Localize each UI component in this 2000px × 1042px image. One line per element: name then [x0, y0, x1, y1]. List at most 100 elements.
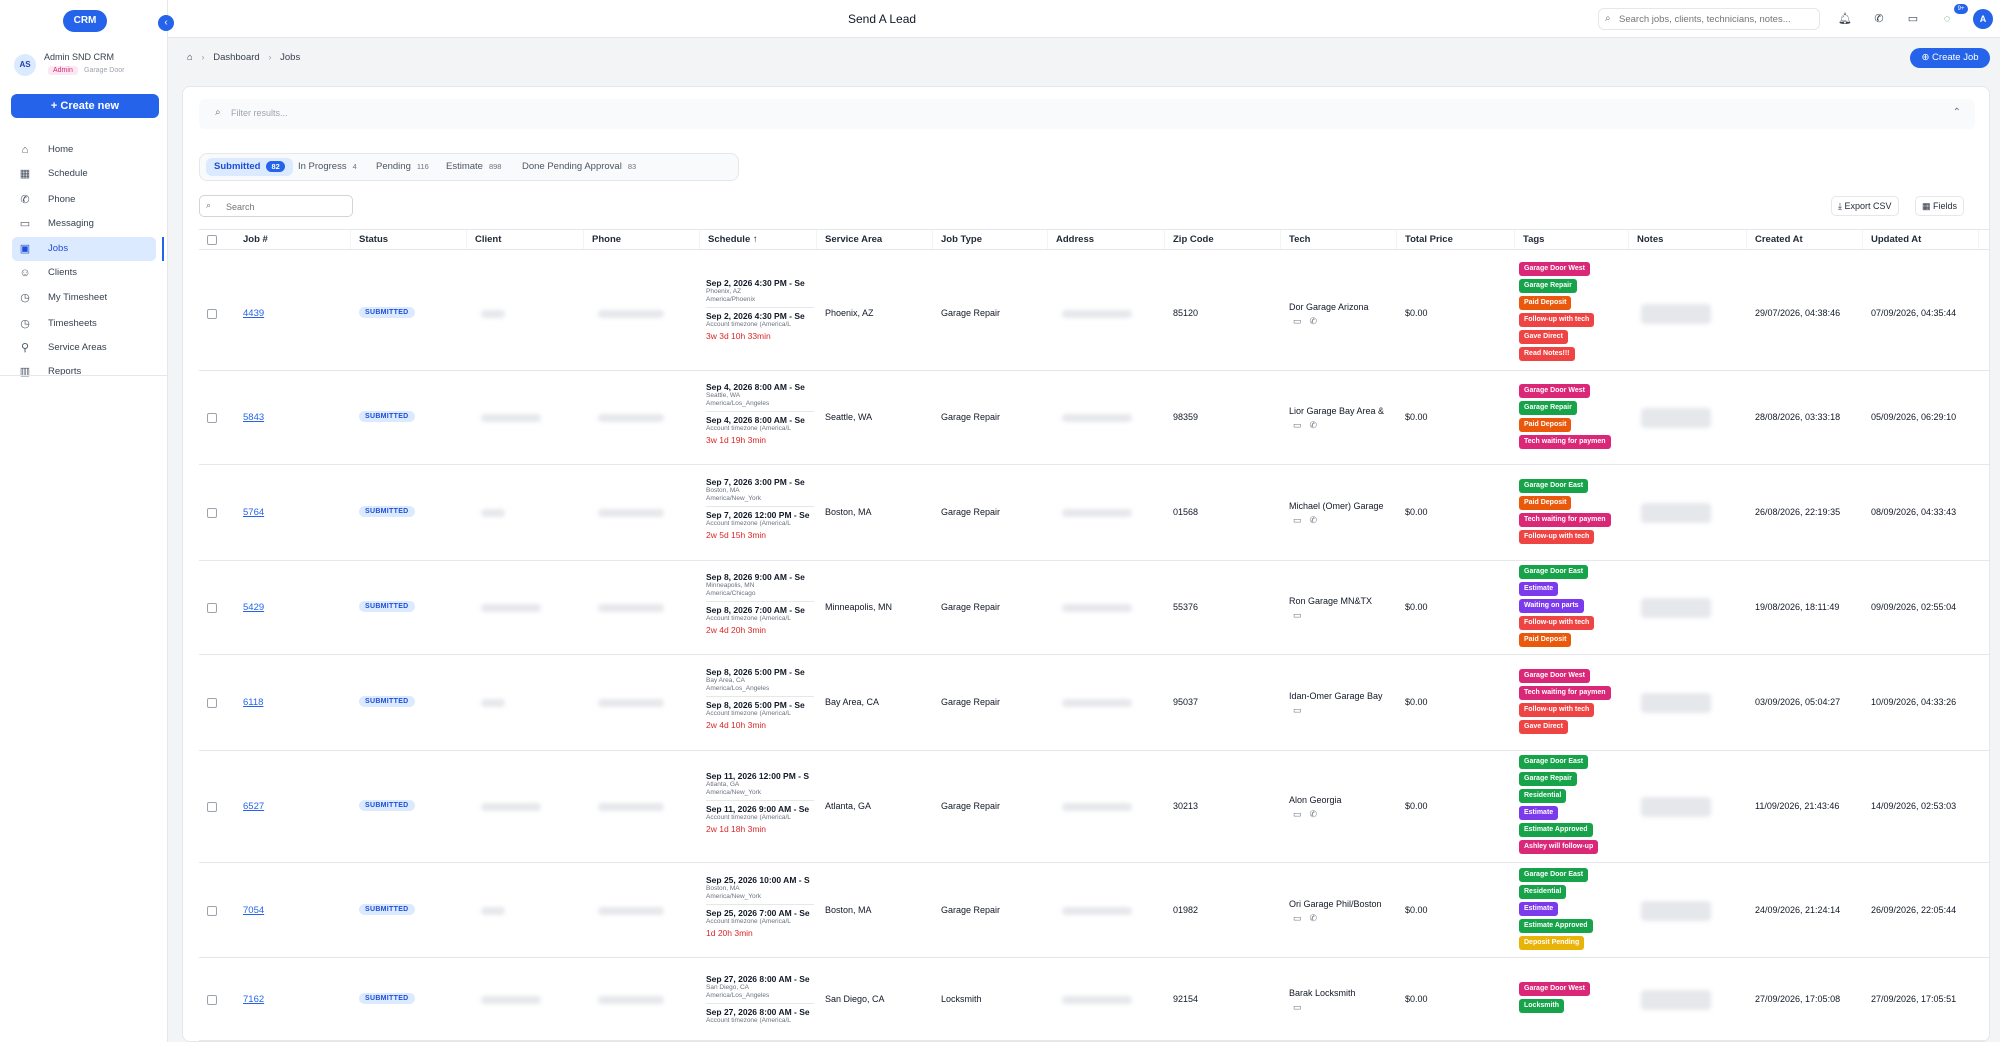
sidebar-item-schedule[interactable]: ▦ Schedule — [12, 162, 156, 186]
table-search-input[interactable] — [226, 200, 346, 213]
tab-label: Pending — [376, 161, 411, 172]
schedule-location: Atlanta, GA — [706, 781, 740, 788]
app-logo[interactable]: CRM — [63, 10, 107, 32]
column-header[interactable]: Total Price — [1397, 230, 1515, 249]
export-csv-button[interactable]: ⤓ Export CSV — [1831, 196, 1899, 216]
phone-icon[interactable]: ✆ — [1310, 515, 1318, 525]
column-header[interactable]: Tech — [1281, 230, 1397, 249]
bell-icon[interactable]: 🔔︎ — [1837, 11, 1853, 27]
column-header[interactable]: Status — [351, 230, 467, 249]
select-all-checkbox[interactable] — [207, 235, 217, 245]
total-price: $0.00 — [1405, 993, 1428, 1004]
divider — [706, 903, 814, 905]
column-header[interactable]: Zip Code — [1165, 230, 1281, 249]
table-row[interactable]: 4439 SUBMITTED Sep 2, 2026 4:30 PM - Se Pho… — [199, 256, 1989, 371]
job-number-link[interactable]: 5764 — [243, 507, 264, 518]
column-header[interactable]: Created At — [1747, 230, 1863, 249]
sidebar-item-clients[interactable]: ☺ Clients — [12, 261, 156, 285]
table-row[interactable]: 6527 SUBMITTED Sep 11, 2026 12:00 PM - S At… — [199, 751, 1989, 863]
column-header[interactable]: Phone — [584, 230, 700, 249]
phone-icon[interactable]: ✆ — [1310, 316, 1318, 326]
breadcrumb-dashboard[interactable]: Dashboard — [213, 52, 259, 63]
row-checkbox[interactable] — [207, 905, 217, 916]
sidebar-item-home[interactable]: ⌂ Home — [12, 138, 156, 162]
row-checkbox[interactable] — [207, 413, 217, 423]
row-checkbox[interactable] — [207, 603, 217, 613]
collapse-sidebar-icon[interactable]: ‹ — [158, 15, 174, 31]
sidebar-item-service-areas[interactable]: ⚲ Service Areas — [12, 336, 156, 360]
job-number-link[interactable]: 6527 — [243, 801, 264, 812]
sidebar-item-phone[interactable]: ✆ Phone — [12, 188, 156, 212]
column-header[interactable]: Notes — [1629, 230, 1747, 249]
sidebar-item-jobs[interactable]: ▣ Jobs — [12, 237, 164, 261]
phone-icon[interactable]: ✆ — [1310, 809, 1318, 819]
create-new-button[interactable]: + Create new — [11, 94, 159, 118]
column-header[interactable]: Schedule ↑ — [700, 230, 817, 249]
tab-estimate[interactable]: Estimate 898 — [438, 158, 509, 176]
table-row[interactable]: 6118 SUBMITTED Sep 8, 2026 5:00 PM - Se Bay… — [199, 655, 1989, 751]
job-number-link[interactable]: 4439 — [243, 308, 264, 319]
global-search[interactable]: ⌕ — [1598, 8, 1820, 30]
fields-button[interactable]: ▦ Fields — [1915, 196, 1965, 216]
column-header[interactable]: Address — [1048, 230, 1165, 249]
table-row[interactable]: 7054 SUBMITTED Sep 25, 2026 10:00 AM - S Bo… — [199, 863, 1989, 958]
tab-done-pending-approval[interactable]: Done Pending Approval 83 — [514, 158, 644, 176]
job-number-link[interactable]: 5429 — [243, 602, 264, 613]
message-icon[interactable]: ▭ — [1293, 316, 1302, 326]
message-icon[interactable]: ▭ — [1905, 11, 1921, 27]
zip-code: 85120 — [1173, 307, 1199, 318]
row-checkbox[interactable] — [207, 698, 217, 708]
jobs-table: Job # Status Client Phone Schedule ↑ Service … — [199, 229, 1989, 1041]
chevron-up-icon[interactable]: ⌃ — [1953, 107, 1961, 118]
create-job-button[interactable]: ⊕ Create Job — [1910, 48, 1990, 68]
updated-at: 10/09/2026, 04:33:26 — [1871, 697, 1957, 707]
message-icon[interactable]: ▭ — [1293, 809, 1302, 819]
message-icon[interactable]: ▭ — [1293, 610, 1302, 620]
column-header[interactable]: Client — [467, 230, 584, 249]
chat-icon[interactable]: ◌ — [1939, 11, 1955, 27]
home-icon[interactable]: ⌂ — [187, 52, 193, 63]
column-header[interactable]: Job Type — [933, 230, 1048, 249]
sidebar-item-reports[interactable]: ▥ Reports — [12, 360, 156, 384]
table-row[interactable]: 5843 SUBMITTED Sep 4, 2026 8:00 AM - Se Sea… — [199, 371, 1989, 465]
address — [1062, 604, 1132, 612]
table-row[interactable]: 7162 SUBMITTED Sep 27, 2026 8:00 AM - Se Sa… — [199, 958, 1989, 1041]
message-icon[interactable]: ▭ — [1293, 705, 1302, 715]
job-number-link[interactable]: 5843 — [243, 412, 264, 423]
table-row[interactable]: 5764 SUBMITTED Sep 7, 2026 3:00 PM - Se Bos… — [199, 465, 1989, 561]
column-header[interactable]: Service Area — [817, 230, 933, 249]
message-icon[interactable]: ▭ — [1293, 515, 1302, 525]
tab-submitted[interactable]: Submitted 82 — [206, 158, 293, 176]
clock-icon: ◷ — [20, 292, 30, 304]
tab-pending[interactable]: Pending 116 — [368, 158, 437, 176]
table-row[interactable]: 5429 SUBMITTED Sep 8, 2026 9:00 AM - Se Min… — [199, 561, 1989, 655]
user-avatar[interactable]: A — [1973, 9, 1993, 29]
tab-in-progress[interactable]: In Progress 4 — [290, 158, 365, 176]
message-icon[interactable]: ▭ — [1293, 1002, 1302, 1012]
sidebar-item-timesheets[interactable]: ◷ Timesheets — [12, 312, 156, 336]
column-header[interactable]: Updated At — [1863, 230, 1979, 249]
message-icon[interactable]: ▭ — [1293, 913, 1302, 923]
phone-icon[interactable]: ✆ — [1871, 11, 1887, 27]
message-icon[interactable]: ▭ — [1293, 420, 1302, 430]
phone-icon[interactable]: ✆ — [1310, 913, 1318, 923]
column-header[interactable]: Job # — [235, 230, 351, 249]
row-checkbox[interactable] — [207, 802, 217, 812]
sidebar-item-messaging[interactable]: ▭ Messaging — [12, 212, 156, 236]
table-search[interactable]: ⌕ — [199, 195, 353, 217]
phone-icon[interactable]: ✆ — [1310, 420, 1318, 430]
job-number-link[interactable]: 7162 — [243, 994, 264, 1005]
job-number-link[interactable]: 6118 — [243, 697, 263, 708]
row-checkbox[interactable] — [207, 508, 217, 518]
row-checkbox[interactable] — [207, 308, 217, 319]
search-icon: ⌕ — [206, 200, 212, 210]
user-profile[interactable]: AS Admin SND CRM Admin Garage Door — [12, 50, 162, 80]
sidebar-item-my-timesheet[interactable]: ◷ My Timesheet — [12, 286, 156, 310]
global-search-input[interactable] — [1619, 12, 1815, 26]
job-number-link[interactable]: 7054 — [243, 905, 264, 916]
filter-bar[interactable]: ⌕ Filter results... ⌃ — [199, 99, 1975, 129]
row-checkbox[interactable] — [207, 994, 217, 1005]
tag-badge: Paid Deposit — [1519, 418, 1572, 432]
address — [1062, 995, 1132, 1004]
column-header[interactable]: Tags — [1515, 230, 1629, 249]
